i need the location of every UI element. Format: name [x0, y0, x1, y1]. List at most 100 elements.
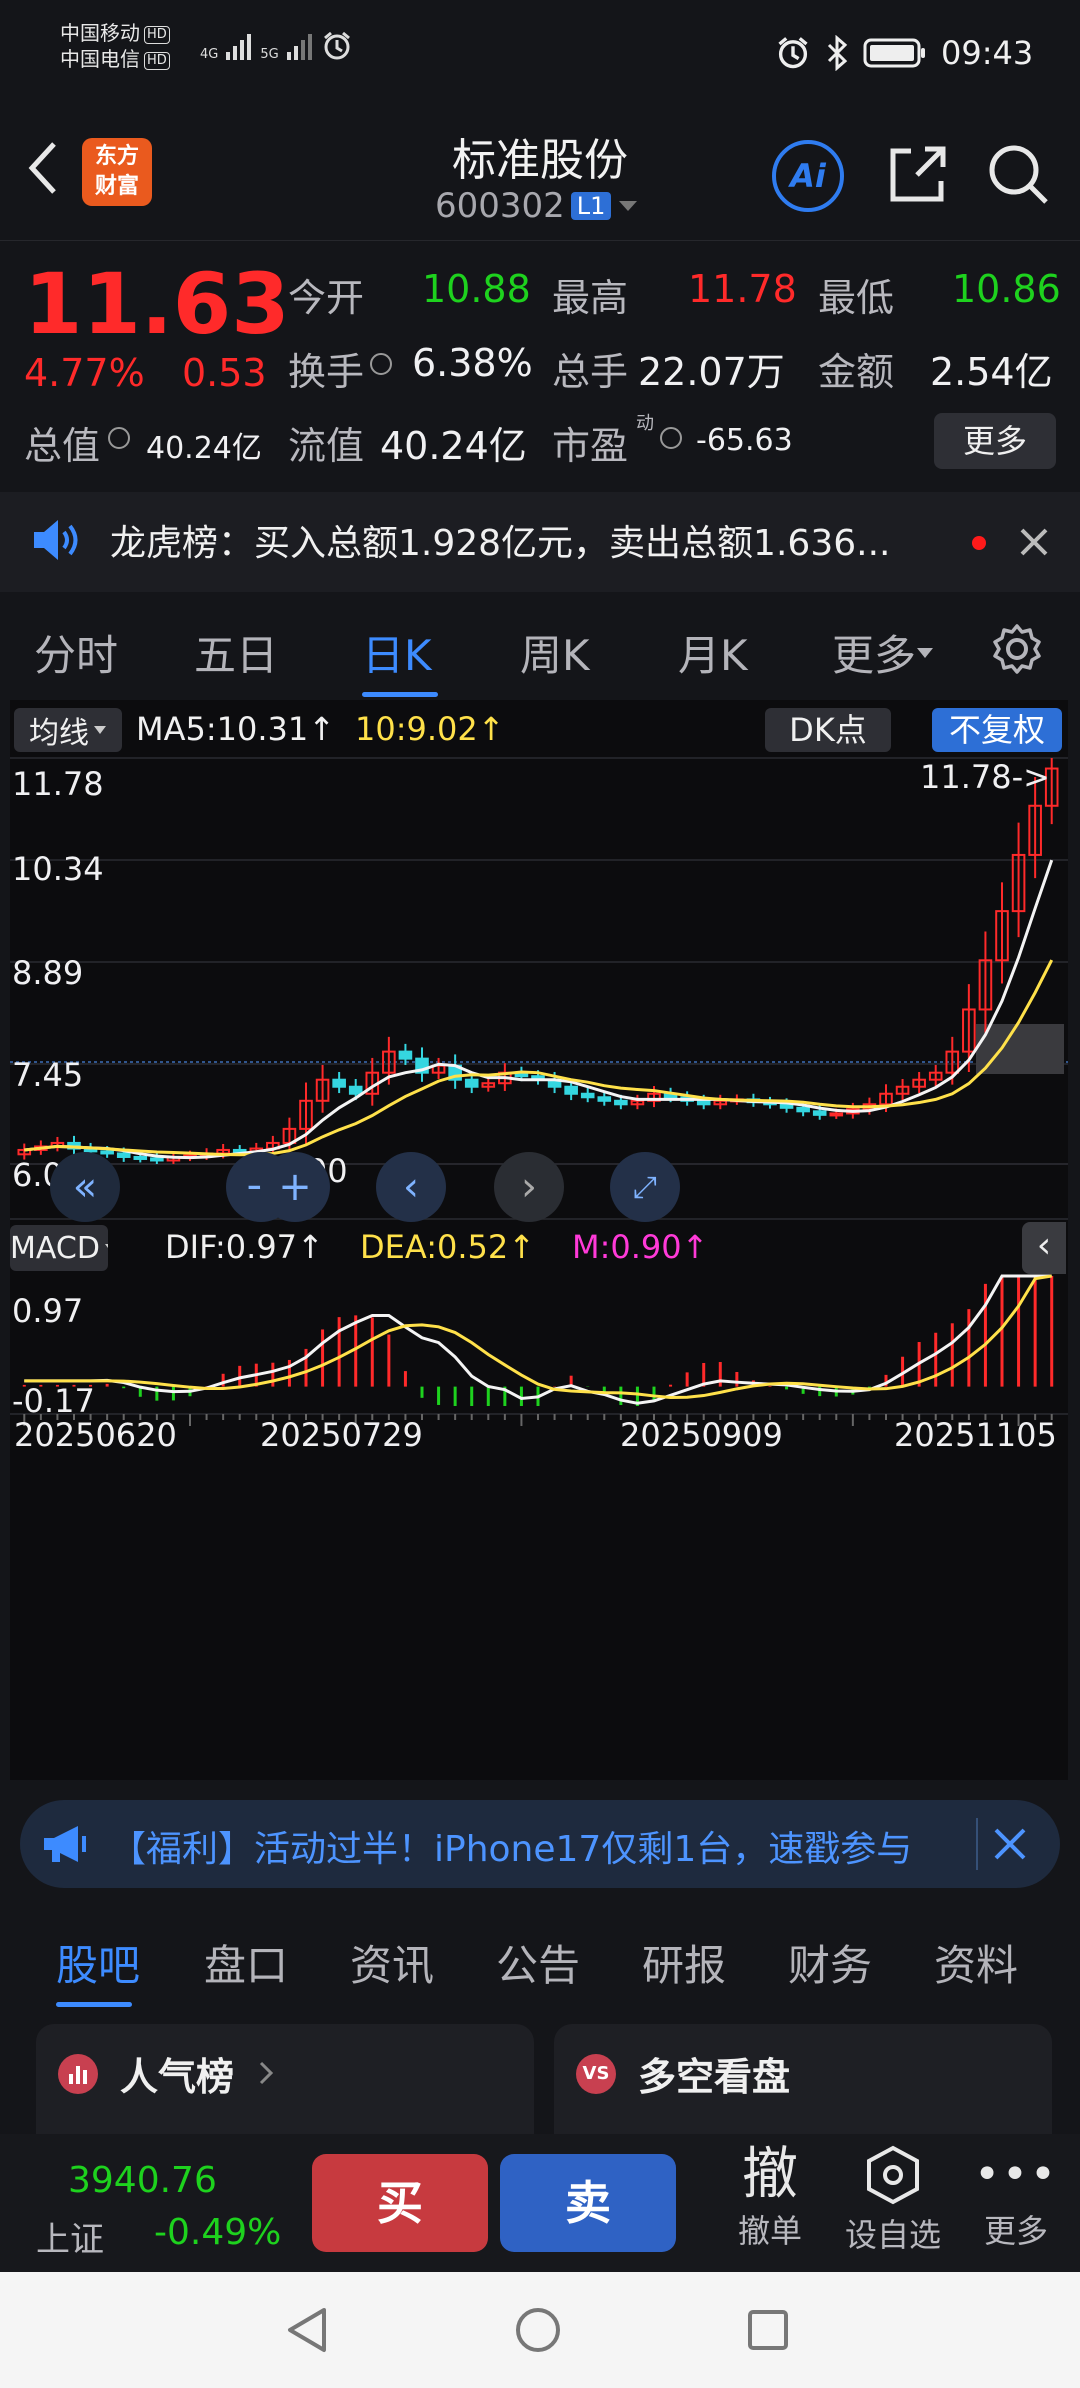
tab-intraday[interactable]: 分时 — [34, 622, 118, 683]
macd-selector[interactable]: MACD — [10, 1225, 108, 1271]
volume-label: 总手 — [552, 350, 629, 394]
info-icon[interactable] — [370, 353, 392, 375]
arrow-up-icon: ↑ — [477, 710, 505, 748]
tab-monthly-k[interactable]: 月K — [678, 622, 748, 683]
ma10-line — [24, 959, 1054, 1157]
tab-announcements[interactable]: 公告 — [496, 1932, 580, 1993]
kline-chart[interactable]: 均线 MA5:10.31↑ 10:9.02↑ DK点 不复权 11.78 10.… — [10, 700, 1068, 1780]
promo-banner[interactable]: 【福利】活动过半！iPhone17仅剩1台，速戳参与 — [20, 1800, 1060, 1888]
tab-weekly-k[interactable]: 周K — [520, 622, 590, 683]
nav-recents-icon[interactable] — [746, 2308, 790, 2352]
more-label: 更多 — [983, 2212, 1048, 2250]
status-bar: 中国移动 HD 中国电信 HD 4G 5G 09:43 — [0, 0, 1080, 110]
arrow-up-icon: ↑ — [681, 1228, 709, 1266]
unread-dot — [972, 536, 986, 550]
fullscreen-button[interactable]: ⤢ — [610, 1152, 680, 1222]
dragon-tiger-notice[interactable]: 龙虎榜：买入总额1.928亿元，卖出总额1.636... — [0, 492, 1080, 592]
tab-5day[interactable]: 五日 — [194, 622, 278, 683]
brand-line-1: 东方 — [94, 144, 139, 169]
ma-selector[interactable]: 均线 — [14, 708, 122, 752]
adjust-button[interactable]: 不复权 — [932, 708, 1062, 752]
scroll-left-button[interactable]: ‹ — [376, 1152, 446, 1222]
buy-button[interactable]: 买 — [312, 2154, 488, 2252]
chart-bar-icon — [58, 2054, 98, 2094]
close-icon[interactable] — [992, 1826, 1028, 1862]
notice-text: 龙虎榜：买入总额1.928亿元，卖出总额1.636... — [110, 523, 891, 564]
nav-back-icon[interactable] — [284, 2306, 328, 2354]
brand-logo[interactable]: 东方 财富 — [82, 138, 152, 206]
nav-home-icon[interactable] — [514, 2306, 562, 2354]
more-menu-button[interactable]: ••• 更多 — [966, 2144, 1066, 2252]
candle-body — [829, 1112, 844, 1117]
back-button[interactable] — [18, 138, 68, 198]
y-label-4: 7.45 — [12, 1056, 84, 1094]
mktcap-label: 总值 — [24, 424, 101, 468]
hd-badge: HD — [144, 51, 170, 70]
tab-orderbook[interactable]: 盘口 — [204, 1932, 288, 1993]
info-icon[interactable] — [108, 427, 130, 449]
level-badge: L1 — [570, 192, 612, 220]
price-highlight-box — [976, 1024, 1064, 1074]
stock-name: 标准股份 — [452, 135, 628, 186]
brand-line-2: 财富 — [94, 174, 139, 199]
candle-body — [150, 1157, 164, 1162]
add-watchlist-button[interactable]: 设自选 — [838, 2144, 948, 2256]
cancel-label: 撤单 — [737, 2212, 802, 2250]
candle-body — [100, 1150, 114, 1155]
tab-profile[interactable]: 资料 — [934, 1932, 1018, 1993]
chevron-right-icon — [259, 2061, 274, 2085]
stock-code-row[interactable]: 600302 L1 — [435, 186, 639, 226]
tab-research[interactable]: 研报 — [642, 1932, 726, 1993]
close-icon[interactable] — [1018, 526, 1050, 558]
expand-icon: ⤢ — [633, 1169, 657, 1205]
info-icon[interactable] — [660, 427, 682, 449]
dea-value: DEA:0.52 — [360, 1228, 509, 1266]
search-button[interactable] — [982, 138, 1054, 210]
candle-body — [796, 1106, 810, 1113]
index-value: 3940.76 — [68, 2160, 217, 2201]
amount-label: 金额 — [818, 350, 895, 394]
zoom-in-button[interactable]: + — [260, 1152, 330, 1222]
candle-body — [464, 1078, 479, 1088]
chevron-right-icon: › — [521, 1164, 537, 1210]
tab-daily-k[interactable]: 日K — [362, 622, 432, 683]
tab-news[interactable]: 资讯 — [350, 1932, 434, 1993]
status-right: 09:43 — [775, 34, 1033, 72]
candle-body — [812, 1110, 827, 1116]
plus-icon: + — [278, 1164, 312, 1210]
candle-body — [332, 1078, 346, 1088]
stock-code: 600302 — [435, 186, 565, 226]
pe-superscript: 动 — [636, 413, 654, 434]
date-label-1: 20250620 — [14, 1416, 177, 1454]
popularity-title: 人气榜 — [120, 2055, 235, 2099]
alarm-icon — [323, 31, 350, 60]
chevron-left-icon — [28, 142, 56, 194]
sell-button[interactable]: 卖 — [500, 2154, 676, 2252]
collapse-indicator-button[interactable]: ‹ — [1022, 1222, 1066, 1274]
signal-icon — [286, 34, 312, 60]
macd-y-max: 0.97 — [12, 1292, 84, 1330]
kline-canvas — [10, 757, 1068, 1426]
ma5-value: MA5:10.31 — [136, 710, 309, 748]
caret-down-icon — [104, 1244, 108, 1249]
y-label-max: 11.78 — [12, 765, 104, 803]
bottom-toolbar: 3940.76 上证 -0.49% 买 卖 撤 撤单 设自选 ••• 更多 — [0, 2134, 1080, 2272]
share-button[interactable] — [882, 138, 954, 210]
speaker-icon — [34, 520, 78, 560]
more-quote-button[interactable]: 更多 — [934, 413, 1056, 469]
ai-assistant-button[interactable]: Ai — [772, 140, 844, 212]
settings-gear-icon[interactable] — [990, 622, 1044, 676]
clock: 09:43 — [941, 34, 1034, 72]
scroll-right-button[interactable]: › — [494, 1152, 564, 1222]
tab-more[interactable]: 更多 — [832, 622, 934, 683]
dif-value: DIF:0.97 — [165, 1228, 298, 1266]
caret-down-icon — [917, 647, 934, 658]
dk-point-button[interactable]: DK点 — [765, 708, 891, 752]
tab-finance[interactable]: 财务 — [788, 1932, 872, 1993]
scroll-left-far-button[interactable]: « — [50, 1152, 120, 1222]
low-value: 10.86 — [952, 267, 1061, 311]
cancel-order-button[interactable]: 撤 撤单 — [720, 2144, 820, 2252]
tab-forum[interactable]: 股吧 — [56, 1932, 140, 1993]
date-label-3: 20250909 — [620, 1416, 783, 1454]
index-name: 上证 — [36, 2220, 104, 2260]
